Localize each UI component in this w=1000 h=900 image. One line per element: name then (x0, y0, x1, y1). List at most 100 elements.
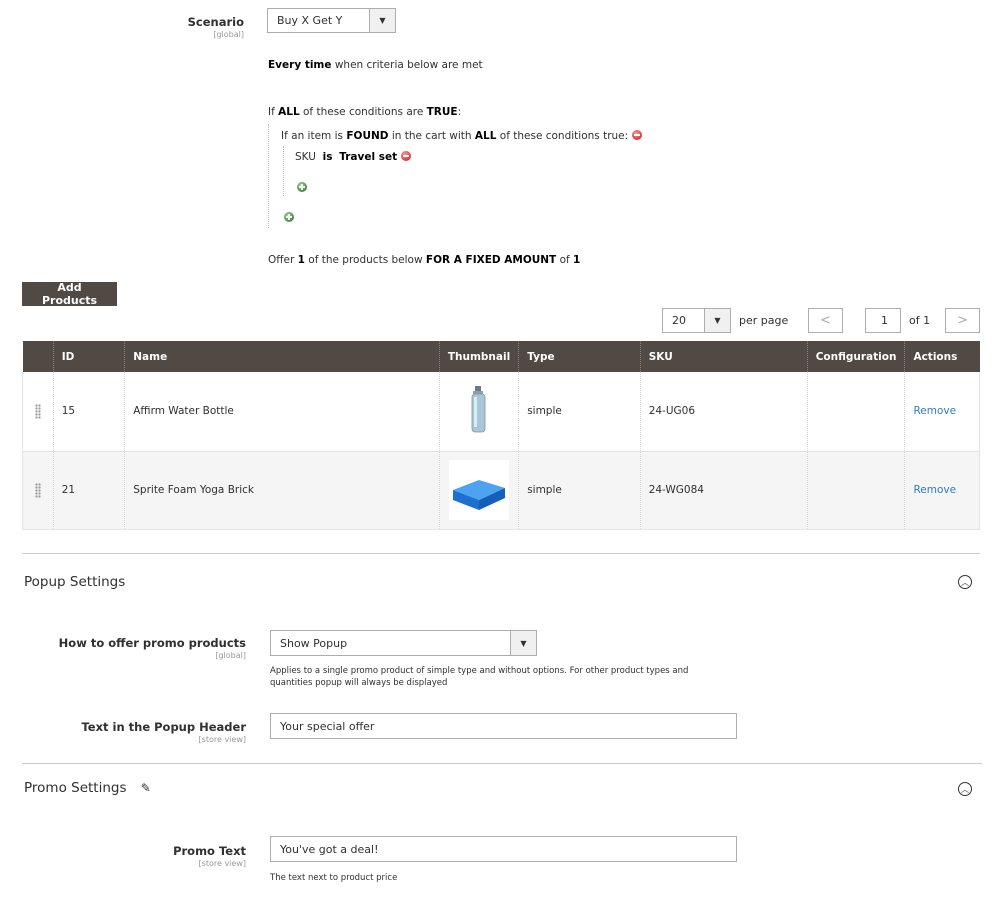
drag-cell[interactable] (22, 451, 54, 530)
cell-actions: Remove (904, 451, 980, 530)
scenario-select-value: Buy X Get Y (277, 14, 343, 27)
section-separator (22, 763, 982, 764)
drag-handle-icon[interactable] (34, 403, 41, 419)
drag-cell[interactable] (22, 372, 54, 452)
pager-current-input[interactable]: 1 (865, 308, 901, 333)
cell-configuration (807, 372, 906, 452)
promo-settings-title-text: Promo Settings (24, 780, 127, 796)
cell-type: simple (518, 372, 641, 452)
scenario-label: Scenario [global] (188, 15, 244, 39)
cond-true-selector[interactable]: TRUE (427, 106, 458, 118)
cond-all-selector[interactable]: ALL (278, 106, 300, 118)
offer-amount[interactable]: 1 (573, 254, 580, 266)
cell-configuration (807, 451, 906, 530)
every-time-rest: when criteria below are met (334, 59, 483, 71)
offer-promo-value: Show Popup (280, 636, 348, 650)
found-end: of these conditions true: (499, 130, 629, 142)
per-page-select[interactable]: 20 ▼ (662, 308, 731, 333)
col-configuration: Configuration (807, 341, 906, 372)
offer-promo-note: Applies to a single promo product of sim… (270, 666, 689, 688)
table-header-row: ID Name Thumbnail Type SKU Configuration… (22, 341, 980, 372)
offer-mid: of the products below (308, 254, 423, 266)
promo-settings-title[interactable]: Promo Settings ✎ (24, 780, 151, 796)
found-pre: If an item is (281, 130, 344, 142)
col-drag (22, 341, 54, 372)
promo-text-scope: [store view] (198, 859, 246, 868)
popup-header-label-text: Text in the Popup Header (81, 720, 246, 734)
cond-colon: : (457, 106, 462, 118)
cell-thumbnail (439, 372, 520, 452)
cell-thumbnail (439, 451, 520, 530)
col-sku[interactable]: SKU (640, 341, 808, 372)
offer-text: Offer 1 of the products below FOR A FIXE… (268, 254, 580, 266)
pencil-icon[interactable]: ✎ (141, 781, 151, 795)
offer-of: of (559, 254, 570, 266)
cell-actions: Remove (904, 372, 980, 452)
table-row: 15 Affirm Water Bottle simple 24-UG06 Re… (22, 372, 980, 452)
popup-header-label: Text in the Popup Header [store view] (81, 720, 246, 744)
condition-found: If an item is FOUND in the cart with ALL… (281, 130, 643, 142)
scenario-scope: [global] (213, 30, 244, 39)
offer-type[interactable]: FOR A FIXED AMOUNT (426, 254, 556, 266)
offer-promo-select[interactable]: Show Popup ▼ (270, 630, 537, 656)
col-actions: Actions (904, 341, 980, 372)
scenario-select[interactable]: Buy X Get Y ▼ (267, 8, 396, 33)
col-thumbnail: Thumbnail (439, 341, 520, 372)
add-condition-icon[interactable] (284, 212, 294, 222)
offer-promo-scope: [global] (215, 651, 246, 660)
drag-handle-icon[interactable] (34, 482, 41, 498)
promo-text-note: The text next to product price (270, 873, 398, 883)
chevron-down-icon: ▼ (510, 631, 536, 655)
pager-prev-button[interactable]: < (808, 308, 843, 333)
condition-subtree-line (283, 146, 284, 196)
chevron-down-icon: ▼ (369, 9, 395, 32)
cond-mid: of these conditions are (303, 106, 424, 118)
products-table: ID Name Thumbnail Type SKU Configuration… (22, 341, 980, 530)
remove-condition-icon[interactable] (632, 130, 643, 140)
offer-promo-label: How to offer promo products [global] (59, 636, 246, 660)
remove-link[interactable]: Remove (913, 484, 956, 496)
condition-sku: SKU is Travel set (295, 151, 412, 163)
sku-attr: SKU (295, 151, 316, 163)
promo-text-label: Promo Text [store view] (173, 844, 246, 868)
found-all-selector[interactable]: ALL (475, 130, 497, 142)
col-type[interactable]: Type (518, 341, 641, 372)
cond-if: If (268, 106, 275, 118)
collapse-up-icon[interactable]: ︿ (958, 575, 972, 589)
every-time-text: Every time when criteria below are met (268, 59, 483, 71)
sku-op[interactable]: is (323, 151, 333, 163)
yoga-brick-thumbnail (449, 460, 510, 520)
col-id[interactable]: ID (53, 341, 126, 372)
cell-sku: 24-WG084 (640, 451, 808, 530)
water-bottle-thumbnail (471, 385, 486, 433)
found-mid: in the cart with (391, 130, 472, 142)
offer-promo-label-text: How to offer promo products (58, 636, 246, 650)
collapse-up-icon[interactable]: ︿ (958, 782, 972, 796)
sku-value[interactable]: Travel set (339, 151, 397, 163)
add-products-button[interactable]: Add Products (22, 281, 117, 307)
per-page-value: 20 (672, 314, 686, 327)
chevron-down-icon: ▼ (704, 309, 730, 332)
add-condition-icon[interactable] (297, 182, 307, 192)
offer-qty[interactable]: 1 (298, 254, 305, 266)
table-row: 21 Sprite Foam Yoga Brick simple 24-WG08… (22, 451, 980, 530)
remove-link[interactable]: Remove (913, 405, 956, 417)
col-name[interactable]: Name (124, 341, 440, 372)
popup-header-scope: [store view] (198, 735, 246, 744)
condition-root: If ALL of these conditions are TRUE: (268, 106, 461, 118)
condition-tree-line (268, 124, 269, 228)
every-time-bold: Every time (268, 59, 332, 71)
popup-settings-title[interactable]: Popup Settings (24, 574, 125, 590)
popup-header-input[interactable]: Your special offer (270, 713, 737, 739)
offer-pre: Offer (268, 254, 295, 266)
scenario-label-text: Scenario (187, 15, 244, 29)
section-separator (22, 553, 980, 554)
found-selector[interactable]: FOUND (346, 130, 388, 142)
promo-text-label-text: Promo Text (173, 844, 246, 858)
cell-id: 15 (53, 372, 126, 452)
cell-sku: 24-UG06 (640, 372, 808, 452)
pager-next-button[interactable]: > (945, 308, 980, 333)
cell-name: Affirm Water Bottle (124, 372, 440, 452)
promo-text-input[interactable]: You've got a deal! (270, 836, 737, 862)
remove-condition-icon[interactable] (401, 151, 412, 161)
